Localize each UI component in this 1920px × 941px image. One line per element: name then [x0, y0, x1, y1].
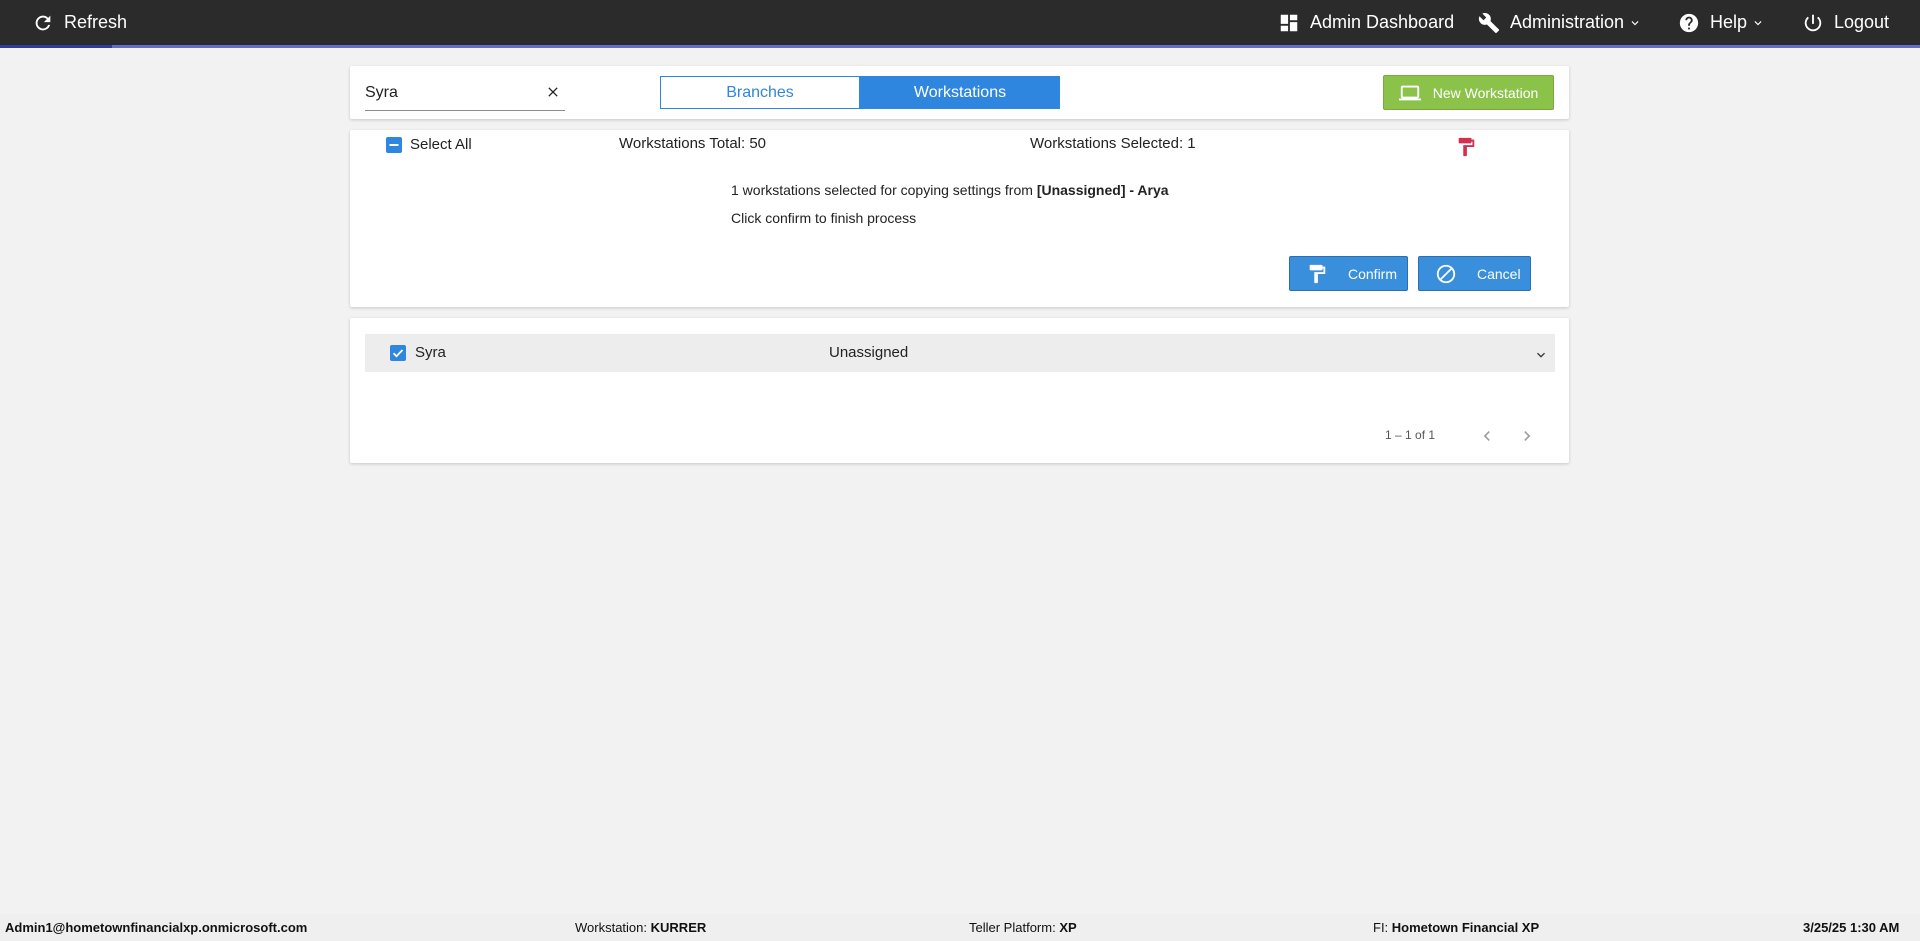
help-circle-icon	[1679, 13, 1699, 32]
status-workstation: Workstation: KURRER	[575, 920, 707, 935]
chevron-down-icon[interactable]	[1533, 347, 1549, 363]
loading-progress-bar	[0, 45, 1920, 48]
chevron-down-icon	[1631, 20, 1639, 25]
workstations-total: Workstations Total: 50	[619, 135, 767, 152]
chevron-down-icon	[1754, 20, 1762, 25]
help-menu[interactable]: Help	[1678, 0, 1765, 45]
status-platform: Teller Platform: XP	[969, 920, 1077, 935]
chevron-right-icon[interactable]	[1517, 426, 1537, 446]
dashboard-icon	[1280, 14, 1298, 31]
help-label: Help	[1710, 12, 1748, 32]
wrench-icon	[1478, 12, 1500, 33]
laptop-icon	[1398, 85, 1421, 100]
administration-menu[interactable]: Administration	[1478, 0, 1642, 45]
copy-message: 1 workstations selected for copying sett…	[731, 182, 1169, 198]
pagination-range: 1 – 1 of 1	[1385, 428, 1436, 442]
cancel-button[interactable]: Cancel	[1418, 256, 1531, 291]
new-workstation-label: New Workstation	[1432, 84, 1539, 101]
confirm-button[interactable]: Confirm	[1289, 256, 1408, 291]
workstation-branch: Unassigned	[829, 344, 909, 361]
administration-label: Administration	[1510, 12, 1625, 32]
admin-dashboard-link[interactable]: Admin Dashboard	[1278, 0, 1454, 45]
search-input[interactable]	[365, 80, 535, 106]
refresh-label: Refresh	[64, 12, 128, 32]
tab-branches-label: Branches	[726, 83, 794, 101]
new-workstation-button[interactable]: New Workstation	[1383, 75, 1554, 110]
logout-button[interactable]: Logout	[1802, 0, 1889, 45]
close-icon[interactable]	[545, 84, 561, 100]
row-checkbox[interactable]	[390, 345, 406, 361]
workstations-selected: Workstations Selected: 1	[1030, 135, 1196, 152]
table-row[interactable]: Syra Unassigned	[365, 334, 1555, 372]
refresh-icon	[35, 15, 51, 30]
cancel-label: Cancel	[1477, 265, 1521, 282]
copy-source: [Unassigned] - Arya	[1036, 182, 1169, 198]
minus-icon	[389, 144, 399, 146]
copy-message-prefix: 1 workstations selected for copying sett…	[731, 182, 1037, 198]
chevron-left-icon[interactable]	[1477, 426, 1497, 446]
check-icon	[392, 349, 404, 358]
top-navigation-bar: Refresh Admin Dashboard Administration H…	[0, 0, 1920, 45]
tab-branches[interactable]: Branches	[660, 76, 860, 109]
status-fi: FI: Hometown Financial XP	[1373, 920, 1540, 935]
tab-workstations[interactable]: Workstations	[860, 76, 1060, 109]
workstation-name: Syra	[415, 344, 446, 361]
search-field	[365, 80, 565, 111]
status-user: Admin1@hometownfinancialxp.onmicrosoft.c…	[5, 920, 308, 935]
logout-label: Logout	[1834, 12, 1890, 32]
select-all-label[interactable]: Select All	[410, 136, 472, 153]
confirm-label: Confirm	[1348, 265, 1398, 282]
tab-workstations-label: Workstations	[913, 83, 1007, 101]
power-icon	[1804, 14, 1822, 31]
status-datetime: 3/25/25 1:30 AM	[1803, 920, 1900, 935]
admin-dashboard-label: Admin Dashboard	[1310, 12, 1455, 32]
paint-roller-icon	[1309, 264, 1326, 283]
status-bar: Admin1@hometownfinancialxp.onmicrosoft.c…	[0, 914, 1920, 941]
select-all-checkbox[interactable]	[386, 137, 402, 153]
refresh-button[interactable]: Refresh	[32, 0, 127, 45]
copy-instruction: Click confirm to finish process	[731, 210, 917, 226]
block-icon	[1436, 264, 1456, 283]
paint-roller-icon[interactable]	[1455, 136, 1477, 158]
